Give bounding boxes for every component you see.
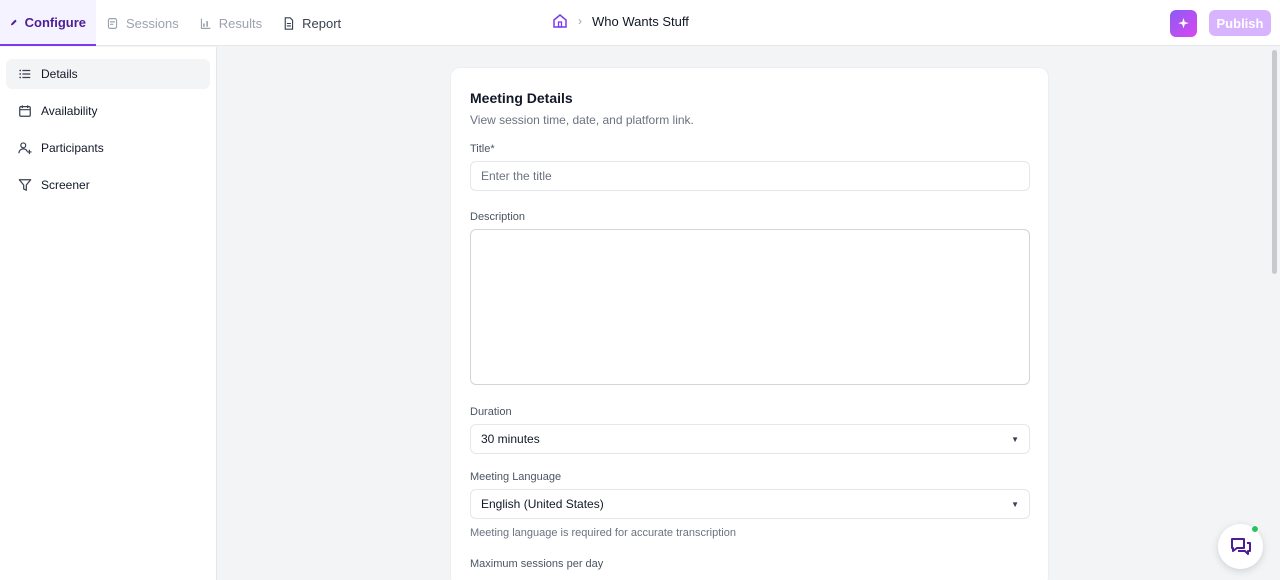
list-icon [19, 69, 31, 79]
tab-sessions[interactable]: Sessions [96, 0, 189, 46]
caret-down-icon: ▼ [1011, 434, 1019, 444]
sidebar-item-label: Details [41, 67, 78, 81]
chart-icon [200, 18, 211, 29]
home-icon[interactable] [552, 13, 568, 29]
tab-report[interactable]: Report [272, 0, 351, 46]
publish-button[interactable]: Publish [1209, 10, 1271, 36]
card-title: Meeting Details [470, 90, 573, 106]
sidebar-item-details[interactable]: Details [6, 59, 210, 89]
language-select[interactable]: English (United States) ▼ [470, 489, 1030, 519]
caret-down-icon: ▼ [1011, 499, 1019, 509]
breadcrumb: › Who Wants Stuff [552, 13, 689, 29]
top-bar: Configure Sessions Results Report › Who … [0, 0, 1280, 46]
language-hint: Meeting language is required for accurat… [470, 527, 736, 539]
breadcrumb-project[interactable]: Who Wants Stuff [592, 14, 689, 29]
title-label: Title* [470, 143, 495, 155]
tab-sessions-label: Sessions [126, 15, 179, 31]
document-icon [284, 16, 294, 30]
pencil-icon [10, 19, 17, 25]
sparkle-icon [1178, 17, 1189, 29]
tab-bar: Configure Sessions Results Report [0, 0, 351, 46]
sidebar-item-availability[interactable]: Availability [6, 96, 210, 126]
tab-configure-label: Configure [24, 14, 86, 30]
user-plus-icon [18, 142, 32, 155]
duration-label: Duration [470, 406, 512, 418]
sidebar-item-participants[interactable]: Participants [6, 133, 210, 163]
calendar-icon [19, 105, 31, 117]
tab-report-label: Report [302, 15, 342, 31]
tab-results-label: Results [218, 15, 263, 31]
language-value: English (United States) [481, 497, 604, 511]
ai-assist-button[interactable] [1170, 10, 1197, 37]
meeting-details-card: Meeting Details View session time, date,… [450, 67, 1049, 580]
page-scrollbar[interactable] [1272, 50, 1277, 274]
description-textarea[interactable] [470, 229, 1030, 385]
max-sessions-label: Maximum sessions per day [470, 558, 604, 570]
sidebar-item-label: Availability [41, 104, 98, 118]
online-status-dot [1251, 525, 1259, 533]
sidebar-item-label: Screener [41, 178, 90, 192]
chat-icon [1230, 537, 1251, 555]
language-label: Meeting Language [470, 471, 562, 483]
tab-configure[interactable]: Configure [0, 0, 96, 46]
chevron-right-icon: › [578, 14, 582, 28]
filter-icon [18, 179, 32, 191]
sessions-icon [107, 17, 118, 29]
duration-value: 30 minutes [481, 432, 540, 446]
sidebar-item-label: Participants [41, 141, 104, 155]
sidebar: Details Availability Participants Screen… [0, 47, 217, 580]
description-label: Description [470, 211, 526, 223]
sidebar-item-screener[interactable]: Screener [6, 170, 210, 200]
title-input[interactable] [470, 161, 1030, 191]
tab-results[interactable]: Results [189, 0, 272, 46]
card-subtitle: View session time, date, and platform li… [470, 113, 694, 127]
duration-select[interactable]: 30 minutes ▼ [470, 424, 1030, 454]
